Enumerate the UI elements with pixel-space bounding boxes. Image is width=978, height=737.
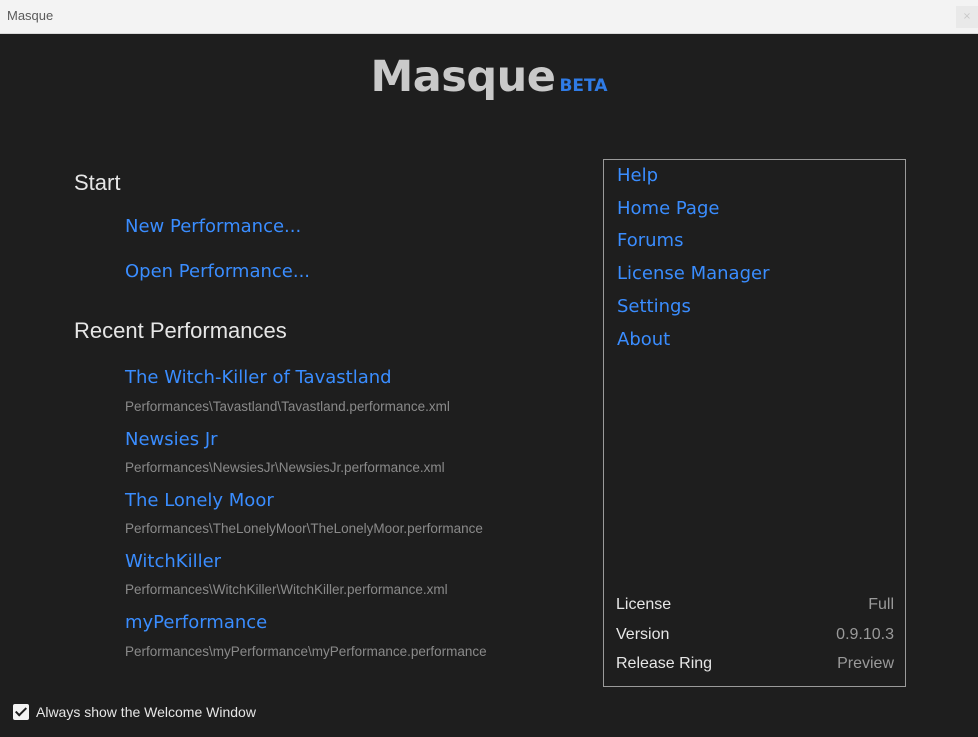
home-page-link[interactable]: Home Page — [617, 198, 719, 219]
license-manager-link[interactable]: License Manager — [617, 263, 769, 284]
open-performance-link[interactable]: Open Performance... — [125, 261, 310, 282]
recent-item-link[interactable]: WitchKiller — [125, 551, 221, 572]
recent-item-path: Performances\Tavastland\Tavastland.perfo… — [125, 399, 450, 414]
recent-item-link[interactable]: The Lonely Moor — [125, 490, 274, 511]
app-name: Masque — [370, 52, 556, 102]
new-performance-link[interactable]: New Performance... — [125, 216, 301, 237]
links-panel: Help Home Page Forums License Manager Se… — [603, 159, 906, 687]
always-show-checkbox[interactable] — [13, 704, 29, 720]
forums-link[interactable]: Forums — [617, 230, 683, 251]
help-link[interactable]: Help — [617, 165, 658, 186]
license-label: License — [616, 596, 672, 613]
window-title: Masque — [7, 8, 54, 23]
recent-item-path: Performances\myPerformance\myPerformance… — [125, 644, 487, 659]
beta-badge: BETA — [559, 76, 608, 96]
title-bar: Masque × — [0, 0, 978, 34]
version-row: Version 0.9.10.3 — [616, 626, 894, 644]
always-show-label[interactable]: Always show the Welcome Window — [36, 704, 256, 720]
start-heading: Start — [74, 170, 121, 195]
settings-link[interactable]: Settings — [617, 296, 691, 317]
release-ring-row: Release Ring Preview — [616, 655, 894, 673]
version-value: 0.9.10.3 — [836, 626, 894, 643]
recent-item-path: Performances\WitchKiller\WitchKiller.per… — [125, 582, 448, 597]
release-ring-value: Preview — [837, 655, 894, 672]
recent-item-link[interactable]: The Witch-Killer of Tavastland — [125, 367, 392, 388]
recent-item-link[interactable]: Newsies Jr — [125, 429, 218, 450]
version-label: Version — [616, 626, 670, 643]
recent-item-path: Performances\NewsiesJr\NewsiesJr.perform… — [125, 460, 445, 475]
recent-heading: Recent Performances — [74, 318, 287, 343]
app-header: Masque BETA — [0, 52, 978, 102]
close-button[interactable]: × — [956, 6, 978, 28]
about-link[interactable]: About — [617, 329, 670, 350]
welcome-window-option[interactable]: Always show the Welcome Window — [13, 704, 256, 720]
release-ring-label: Release Ring — [616, 655, 713, 672]
license-value: Full — [868, 596, 894, 613]
license-row: License Full — [616, 596, 894, 614]
recent-item-link[interactable]: myPerformance — [125, 612, 267, 633]
recent-item-path: Performances\TheLonelyMoor\TheLonelyMoor… — [125, 521, 483, 536]
